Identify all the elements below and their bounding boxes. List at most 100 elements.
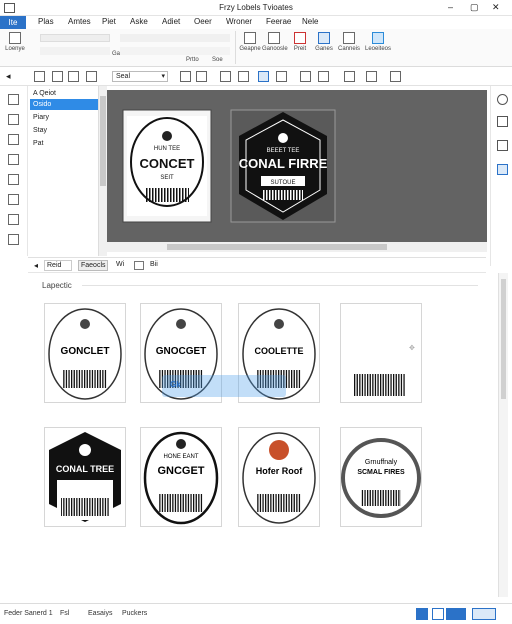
tab-width[interactable]: Wi (116, 261, 124, 268)
tree-item[interactable]: Stay (30, 125, 98, 136)
format-toolbar: ◂ Seal ▾ (0, 68, 512, 86)
logo-icon (162, 131, 172, 141)
line-icon[interactable] (8, 114, 19, 125)
logo-icon (278, 133, 288, 143)
menu-item[interactable]: Aske (130, 17, 148, 26)
text-tool-icon[interactable] (8, 134, 19, 145)
tree-item[interactable]: A Qeiot (30, 88, 98, 99)
menu-item[interactable]: Piet (102, 17, 116, 26)
title-bar: Frzy Lobels Tvioates – ▢ ✕ (0, 0, 512, 16)
zoom-button[interactable] (446, 608, 466, 620)
font-combo[interactable]: Seal ▾ (112, 71, 168, 82)
zoom-slider[interactable] (472, 608, 496, 620)
layers-icon[interactable] (497, 140, 508, 151)
menu-item[interactable]: Adiet (162, 17, 180, 26)
ribbon-button[interactable]: Preit (288, 32, 312, 52)
zoom-icon[interactable] (390, 71, 401, 82)
scroll-thumb[interactable] (501, 279, 506, 399)
tree-scrollbar[interactable] (98, 86, 107, 256)
maximize-icon[interactable]: ▢ (470, 2, 479, 13)
ribbon-button[interactable]: Canneis (336, 32, 362, 52)
menu-item[interactable]: Oeer (194, 17, 212, 26)
pen-tool-icon[interactable] (8, 234, 19, 245)
link-icon[interactable] (8, 194, 19, 205)
menu-item[interactable]: Nele (302, 17, 318, 26)
ribbon-button-label: Geapne (239, 46, 261, 52)
ribbon-button[interactable]: Ganoosle (262, 32, 288, 52)
tab-bin[interactable]: Bii (150, 261, 158, 268)
size-selector[interactable] (40, 47, 110, 55)
thumb-title: GONCLET (61, 346, 110, 357)
template-thumb[interactable]: Grnuffnaly SCMAL FIRES (340, 427, 422, 527)
distribute-icon[interactable] (300, 71, 311, 82)
view-toggle-icon[interactable] (416, 608, 428, 620)
divider (82, 285, 478, 286)
template-thumb[interactable]: HONE EANT GNCGET (140, 427, 222, 527)
status-item[interactable]: Fsl (60, 610, 69, 617)
menu-item[interactable]: Wroner (226, 17, 252, 26)
canvas-label-1[interactable]: HUN TEE CONCET SEIT (122, 109, 212, 223)
monitor-icon (372, 32, 384, 44)
scroll-thumb[interactable] (100, 96, 106, 186)
table-icon[interactable] (276, 71, 287, 82)
minimize-icon[interactable]: – (448, 2, 453, 12)
canvas-label-title: CONAL FIRRE (239, 156, 328, 171)
pen-icon[interactable] (52, 71, 63, 82)
font-selector[interactable] (40, 34, 110, 42)
gallery-scrollbar[interactable] (498, 273, 508, 597)
design-canvas[interactable]: HUN TEE CONCET SEIT BEEET TEE CONAL FIRR… (107, 90, 487, 242)
tree-item[interactable]: Pat (30, 138, 98, 149)
rotate-icon[interactable] (238, 71, 249, 82)
template-thumb[interactable]: GONCLET (44, 303, 126, 403)
settings-icon[interactable] (497, 94, 508, 105)
canvas-hscrollbar[interactable] (107, 242, 487, 252)
align-icon[interactable] (180, 71, 191, 82)
user-icon[interactable] (258, 71, 269, 82)
barcode-tool-icon[interactable] (8, 174, 19, 185)
arrow-left-icon[interactable]: ◂ (6, 71, 17, 82)
menu-item[interactable]: Feerae (266, 17, 291, 26)
group-icon[interactable] (366, 71, 377, 82)
thumb-title: SCMAL FIRES (357, 469, 405, 476)
database-icon (318, 32, 330, 44)
list-view-icon[interactable] (134, 261, 144, 270)
template-thumb-blank[interactable]: ✥ (340, 303, 422, 403)
scroll-thumb[interactable] (167, 244, 387, 250)
lock-icon[interactable] (318, 71, 329, 82)
tab-view[interactable]: Reid (44, 260, 72, 271)
text-icon[interactable] (68, 71, 79, 82)
thumb-title: GNCGET (157, 465, 204, 477)
thumb-title: CONAL TREE (56, 464, 114, 474)
format-row[interactable] (120, 34, 230, 42)
barcode-icon[interactable] (86, 71, 97, 82)
tab-favorites[interactable]: Faeocls (78, 260, 108, 271)
template-thumb[interactable]: CONAL TREE (44, 427, 126, 527)
menu-item[interactable]: Amtes (68, 17, 91, 26)
ribbon-button[interactable]: Leoeiteos (364, 32, 392, 52)
status-item[interactable]: Easaiys (88, 610, 113, 617)
pointer-icon[interactable] (8, 94, 19, 105)
shape-icon[interactable] (34, 71, 45, 82)
file-menu-tab[interactable]: Ite (0, 16, 26, 29)
align-row[interactable] (120, 47, 230, 55)
paste-button[interactable]: Loenye (4, 32, 26, 52)
logo-icon (274, 319, 284, 329)
canvas-label-2[interactable]: BEEET TEE CONAL FIRRE SUTOUE (230, 109, 336, 223)
fit-icon[interactable] (432, 608, 444, 620)
ribbon-button[interactable]: Ganes (312, 32, 336, 52)
close-icon[interactable]: ✕ (492, 2, 500, 13)
shape-tool-icon[interactable] (8, 214, 19, 225)
image-icon[interactable] (8, 154, 19, 165)
template-thumb[interactable]: Hofer Roof (238, 427, 320, 527)
status-item[interactable]: Puckers (122, 610, 147, 617)
tree-item[interactable]: Piary (30, 112, 98, 123)
tree-item-selected[interactable]: Osido (30, 99, 98, 110)
data-source-icon[interactable] (497, 164, 508, 175)
back-icon[interactable]: ◂ (34, 261, 38, 270)
layout-icon[interactable] (196, 71, 207, 82)
order-icon[interactable] (344, 71, 355, 82)
properties-icon[interactable] (497, 116, 508, 127)
move-icon[interactable] (220, 71, 231, 82)
ribbon-button[interactable]: Geapne (238, 32, 262, 52)
menu-item[interactable]: Plas (38, 17, 54, 26)
